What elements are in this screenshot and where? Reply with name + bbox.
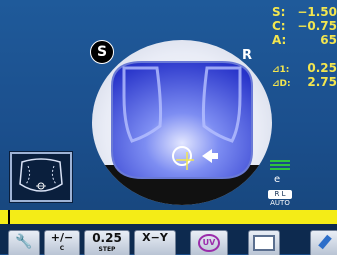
marker-icon: [317, 234, 332, 250]
sphere-row: S: −1.50: [272, 5, 337, 19]
settings-button[interactable]: 🔧: [8, 230, 40, 255]
axis-value: 65: [320, 33, 337, 47]
cyl-sign-label: +/−: [50, 231, 74, 244]
yellow-bar-cap: [0, 210, 10, 224]
step-button[interactable]: 0.25 STEP: [84, 230, 130, 255]
prism1-row: ⊿1: 0.25: [272, 61, 337, 75]
frame-thumbnail[interactable]: [10, 152, 72, 202]
prismd-value: 2.75: [307, 75, 337, 89]
prismd-row: ⊿D: 2.75: [272, 75, 337, 89]
auto-rl-indicator[interactable]: R L AUTO: [268, 190, 292, 210]
cylinder-row: C: −0.75: [272, 19, 337, 33]
wrench-icon: 🔧: [15, 234, 33, 250]
printer-icon: [253, 235, 275, 251]
bottom-toolbar: 🔧 +/− C 0.25 STEP X−Y UV: [0, 224, 337, 255]
prismd-label: ⊿D:: [272, 79, 291, 89]
prism1-value: 0.25: [307, 61, 337, 75]
axis-label: A:: [272, 33, 287, 47]
sphere-value: −1.50: [297, 5, 337, 19]
step-label: 0.25: [92, 231, 122, 245]
xy-label: X−Y: [142, 231, 168, 244]
cyl-sign-button[interactable]: +/− C: [44, 230, 80, 255]
lens-frame-diagram: [111, 61, 253, 179]
yellow-status-bar: [0, 210, 337, 224]
cylinder-value: −0.75: [297, 19, 337, 33]
cyl-sign-sub: C: [59, 245, 65, 252]
measurement-readout: S: −1.50 C: −0.75 A: 65 ⊿1: 0.25 ⊿D: 2.7…: [272, 3, 337, 95]
axis-row: A: 65: [272, 33, 337, 47]
lensmeter-screen: S: −1.50 C: −0.75 A: 65 ⊿1: 0.25 ⊿D: 2.7…: [0, 0, 337, 255]
frame-thumbnail-icon: [19, 158, 63, 192]
uv-label: UV: [198, 234, 220, 252]
print-button[interactable]: [248, 230, 280, 255]
e-label: e: [274, 174, 281, 185]
cylinder-label: C:: [272, 19, 286, 33]
uv-button[interactable]: UV: [190, 230, 228, 255]
xy-button[interactable]: X−Y: [134, 230, 176, 255]
alignment-lines-icon: [270, 160, 290, 170]
lens-view[interactable]: R: [92, 40, 272, 205]
marker-button[interactable]: [310, 230, 337, 255]
eye-label: R: [241, 48, 252, 63]
auto-rl-top: R L: [268, 190, 292, 199]
auto-rl-bottom: AUTO: [270, 199, 290, 207]
sphere-label: S:: [272, 5, 286, 19]
step-sub: STEP: [98, 246, 116, 253]
